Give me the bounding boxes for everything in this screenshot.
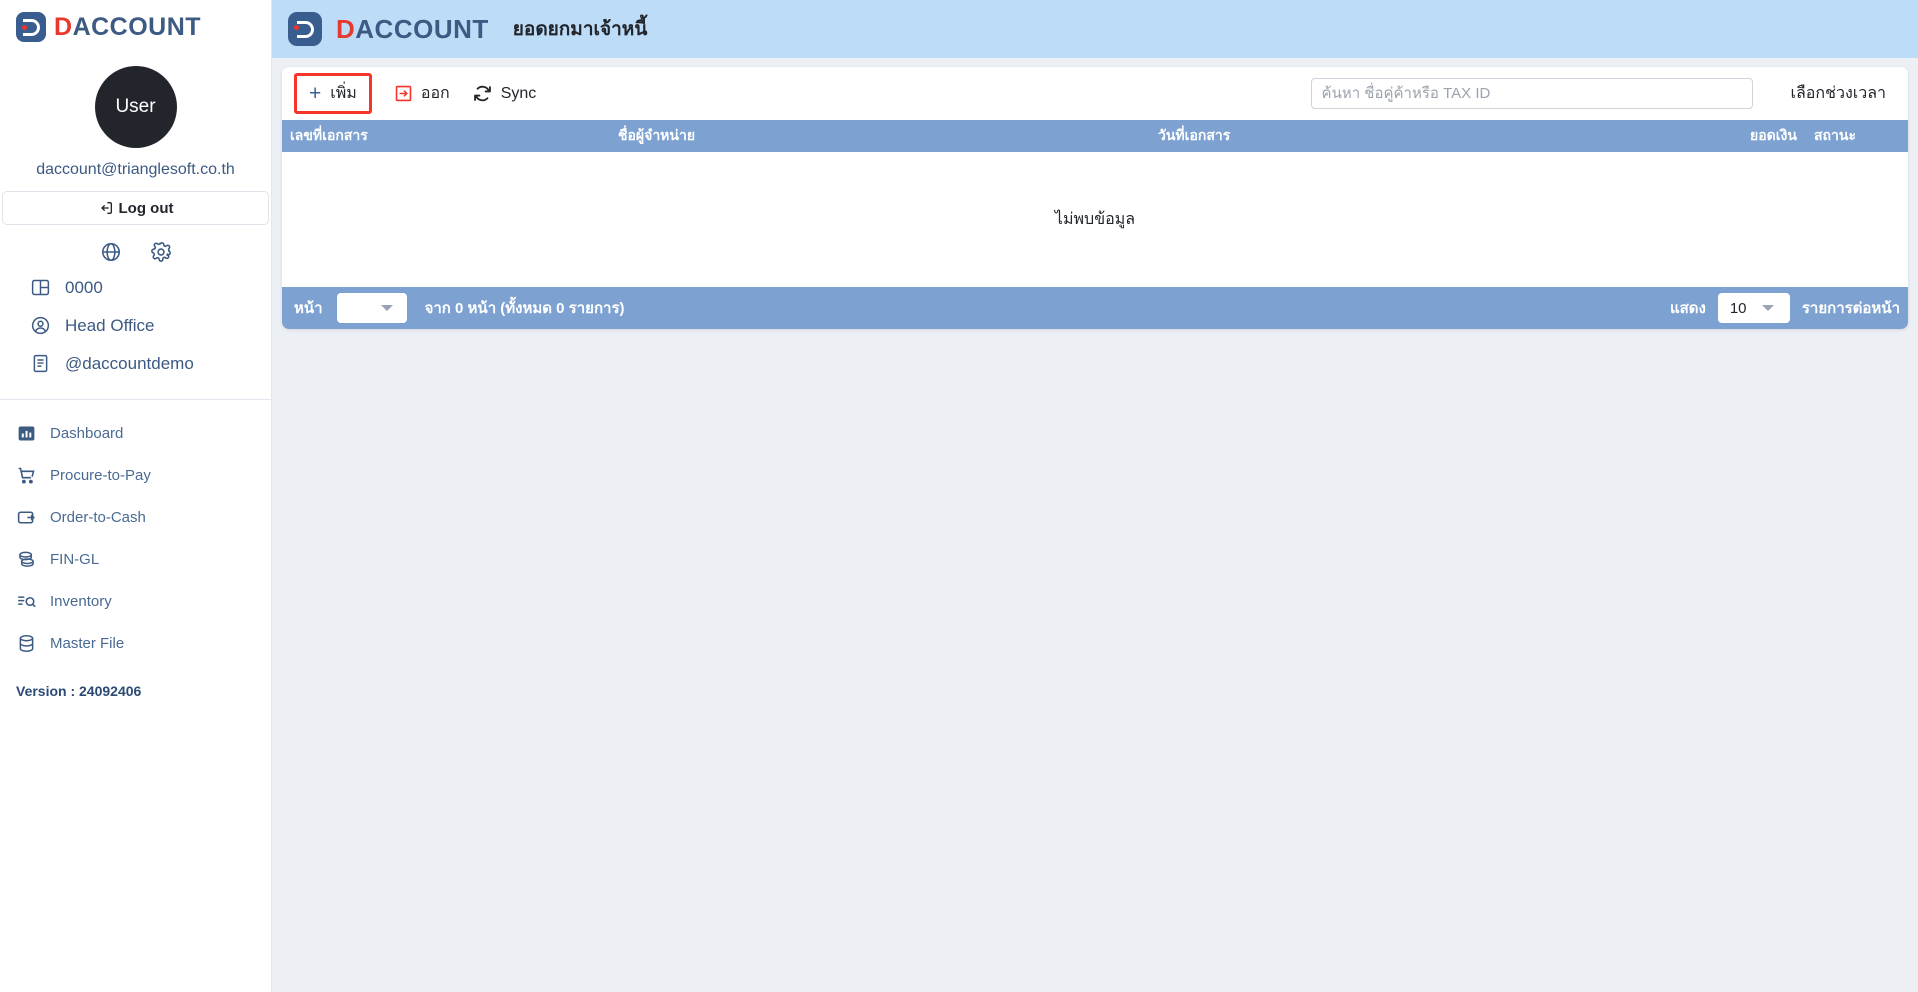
export-button-label: ออก xyxy=(420,85,450,102)
page-label: หน้า xyxy=(294,300,323,317)
sidebar-item-label: FIN-GL xyxy=(50,551,100,568)
sidebar-item-procure-to-pay[interactable]: Procure-to-Pay xyxy=(16,462,271,489)
list-search-icon xyxy=(18,596,36,608)
add-button[interactable]: + เพิ่ม xyxy=(294,73,372,114)
toolbar: + เพิ่ม ออก Sync ค้นหา ชื่อคู่ค้าหรือ TA… xyxy=(282,67,1908,120)
logout-button[interactable]: Log out xyxy=(2,191,269,225)
topbar: DACCOUNT ยอดยกมาเจ้าหนี้ xyxy=(272,0,1918,58)
sidebar-quick-icons xyxy=(0,241,271,263)
shopping-cart-icon xyxy=(18,467,35,484)
globe-icon[interactable] xyxy=(100,241,122,263)
rows-per-page-group: แสดง 10 รายการต่อหน้า xyxy=(1670,293,1900,323)
sidebar-item-inventory[interactable]: Inventory xyxy=(16,588,271,615)
sync-button[interactable]: Sync xyxy=(472,83,537,104)
page-title: ยอดยกมาเจ้าหนี้ xyxy=(512,19,648,40)
sidebar-item-label: Master File xyxy=(50,635,125,652)
sidebar-item-label: Order-to-Cash xyxy=(50,509,146,526)
sidebar-brand[interactable]: DACCOUNT xyxy=(0,0,271,54)
sidebar-item-label: 0000 xyxy=(65,277,103,297)
add-button-label: เพิ่ม xyxy=(330,85,357,102)
sidebar-item-master-file[interactable]: Master File xyxy=(16,630,271,657)
brand-wordmark-prefix: D xyxy=(336,14,356,44)
avatar-wrap: User xyxy=(0,66,271,148)
table-body: ไม่พบข้อมูล xyxy=(282,152,1908,287)
chevron-down-icon xyxy=(1761,305,1774,311)
sidebar: DACCOUNT User daccount@trianglesoft.co.t… xyxy=(0,0,272,992)
refresh-sync-icon xyxy=(473,85,491,102)
app-root: DACCOUNT User daccount@trianglesoft.co.t… xyxy=(0,0,1918,992)
column-header-amount[interactable]: ยอดเงิน xyxy=(1744,125,1808,147)
rows-per-page-value: 10 xyxy=(1729,299,1747,317)
export-button[interactable]: ออก xyxy=(394,81,450,106)
app-version: Version : 24092406 xyxy=(16,683,142,699)
avatar[interactable]: User xyxy=(94,66,177,148)
rows-per-page-select[interactable]: 10 xyxy=(1717,293,1790,323)
wallet-arrow-icon xyxy=(17,511,35,524)
date-range-button[interactable]: เลือกช่วงเวลา xyxy=(1791,81,1886,106)
sidebar-item-order-to-cash[interactable]: Order-to-Cash xyxy=(16,504,271,531)
empty-state-message: ไม่พบข้อมูล xyxy=(1054,211,1136,228)
sidebar-item-tenant[interactable]: @daccountdemo xyxy=(30,353,271,374)
column-header-date[interactable]: วันที่เอกสาร xyxy=(1152,125,1744,147)
sidebar-item-label: Dashboard xyxy=(50,425,124,442)
brand-wordmark: DACCOUNT xyxy=(54,12,202,41)
table-header-row: เลขที่เอกสาร ชื่อผู้จำหน่าย วันที่เอกสาร… xyxy=(282,120,1908,152)
chart-bar-icon xyxy=(18,426,35,441)
sync-button-label: Sync xyxy=(500,84,537,102)
sidebar-item-label: @daccountdemo xyxy=(65,353,194,373)
sidebar-item-fin-gl[interactable]: FIN-GL xyxy=(16,546,271,573)
user-email: daccount@trianglesoft.co.th xyxy=(36,161,235,178)
sidebar-item-label: Procure-to-Pay xyxy=(50,467,151,484)
sidebar-divider xyxy=(0,399,271,400)
brand-wordmark-rest: ACCOUNT xyxy=(355,14,489,44)
brand-wordmark: DACCOUNT xyxy=(336,16,489,42)
coins-stack-icon xyxy=(19,551,34,567)
content-panel: + เพิ่ม ออก Sync ค้นหา ชื่อคู่ค้าหรือ TA… xyxy=(282,67,1908,329)
user-circle-icon xyxy=(31,316,50,335)
pagination-bar: หน้า จาก 0 หน้า (ทั้งหมด 0 รายการ) แสดง … xyxy=(282,287,1908,329)
document-icon xyxy=(33,354,48,373)
column-header-vendor[interactable]: ชื่อผู้จำหน่าย xyxy=(612,125,1152,147)
database-icon xyxy=(19,635,34,652)
page-select[interactable] xyxy=(336,293,407,323)
plus-icon: + xyxy=(309,82,322,105)
rows-suffix-label: รายการต่อหน้า xyxy=(1801,300,1900,317)
logout-label: Log out xyxy=(118,199,174,217)
main-content: DACCOUNT ยอดยกมาเจ้าหนี้ + เพิ่ม ออก Syn… xyxy=(272,0,1918,992)
column-header-doc-no[interactable]: เลขที่เอกสาร xyxy=(282,125,612,147)
logout-icon xyxy=(100,202,112,214)
sidebar-item-head-office[interactable]: Head Office xyxy=(30,315,271,336)
sidebar-item-label: Head Office xyxy=(65,315,155,335)
search-input[interactable] xyxy=(1310,78,1753,109)
show-label: แสดง xyxy=(1669,300,1706,317)
column-header-status[interactable]: สถานะ xyxy=(1808,125,1908,147)
sidebar-context-list: 0000 Head Office @daccountdemo xyxy=(0,277,271,374)
sidebar-item-company-code[interactable]: 0000 xyxy=(30,277,271,298)
company-panel-icon xyxy=(31,279,50,296)
gear-icon[interactable] xyxy=(150,241,172,263)
sidebar-nav: Dashboard Procure-to-Pay Order-to-Cash F… xyxy=(0,420,271,657)
daccount-logo-icon xyxy=(16,12,46,42)
brand-wordmark-rest: ACCOUNT xyxy=(72,12,202,41)
sidebar-item-dashboard[interactable]: Dashboard xyxy=(16,420,271,447)
export-box-arrow-icon xyxy=(395,85,412,102)
page-total-text: จาก 0 หน้า (ทั้งหมด 0 รายการ) xyxy=(424,300,625,317)
daccount-logo-icon xyxy=(288,12,322,46)
chevron-down-icon xyxy=(380,305,393,311)
brand-wordmark-prefix: D xyxy=(54,12,73,41)
sidebar-item-label: Inventory xyxy=(50,593,112,610)
